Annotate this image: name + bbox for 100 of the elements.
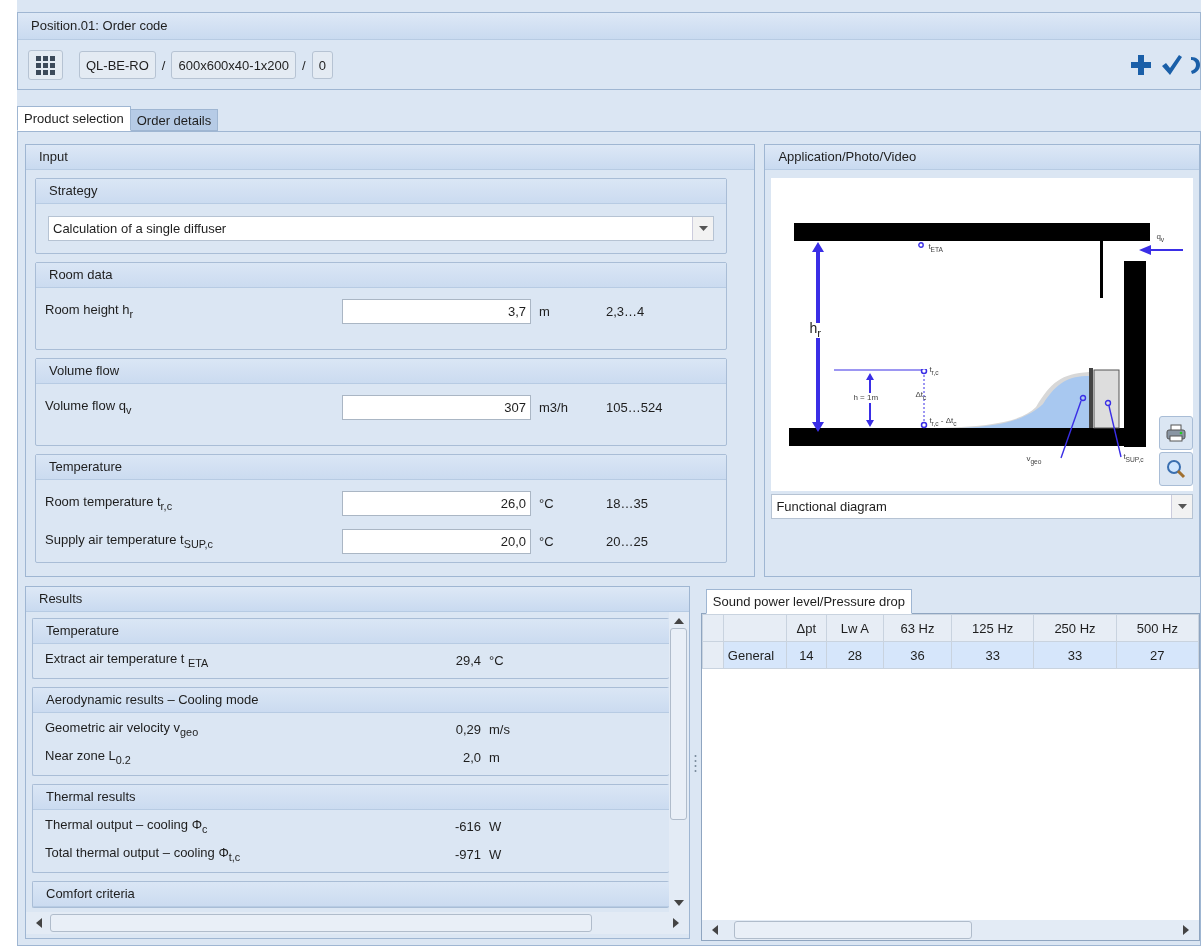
column-header: Δpt <box>786 614 827 642</box>
table-cell: 33 <box>1033 641 1117 669</box>
diagram-label: t$_{SUP,c}$ <box>1123 452 1144 465</box>
group-title: Thermal results <box>33 785 669 810</box>
group-title: Volume flow <box>36 359 727 384</box>
scroll-thumb[interactable] <box>733 921 972 939</box>
column-header <box>723 614 787 642</box>
input-field[interactable]: 20,0 <box>342 528 531 554</box>
tab[interactable]: Order details <box>129 109 219 131</box>
diagram-label: q$_{v}$ <box>1156 232 1165 245</box>
unit-label: °C <box>488 652 504 668</box>
unit-label: m <box>488 749 500 765</box>
unit-label: m <box>538 303 551 319</box>
horizontal-scrollbar[interactable] <box>701 920 1199 940</box>
diagram-label: t$_{ETA}$ <box>928 242 944 255</box>
point-icon <box>918 242 925 248</box>
range-label: 105…524 <box>606 399 663 415</box>
result-value: 29,4 <box>454 652 481 668</box>
diagram-label: t$_{r,c}$ - Δt$_{c}$ <box>929 416 957 429</box>
dropdown-arrow-icon <box>1177 504 1187 509</box>
vertical-scrollbar[interactable] <box>668 612 689 912</box>
scroll-down-icon <box>673 900 684 906</box>
column-header: 63 Hz <box>883 614 952 642</box>
height-arrow-icon <box>812 242 825 432</box>
diagram-label: h = 1m <box>853 393 879 403</box>
code-part-button[interactable]: 600x600x40-1x200 <box>171 51 297 79</box>
field-label: Room temperature t$_{r,c}$ <box>45 494 174 512</box>
table-cell: 33 <box>951 641 1034 669</box>
group-title: Aerodynamic results – Cooling mode <box>33 688 669 713</box>
range-label: 18…35 <box>606 495 648 511</box>
column-header: 500 Hz <box>1116 614 1199 642</box>
grid-menu-button[interactable] <box>28 50 63 80</box>
curve-icon <box>1190 54 1200 76</box>
strategy-dropdown[interactable]: Calculation of a single diffuser <box>48 216 715 241</box>
result-label: Total thermal output – cooling Φ$_{t,c}$ <box>45 845 242 863</box>
code-part-button[interactable]: QL-BE-RO <box>79 51 156 79</box>
group-title: Strategy <box>36 179 727 204</box>
splitter-grip-icon <box>693 753 697 774</box>
scroll-right-icon <box>1183 925 1189 935</box>
plus-icon <box>1130 54 1152 76</box>
result-value: 2,0 <box>461 749 481 765</box>
scroll-up-icon <box>673 618 684 624</box>
view-dropdown[interactable]: Functional diagram <box>771 494 1193 519</box>
grid-icon <box>36 55 55 75</box>
dropdown-arrow-icon <box>698 226 708 231</box>
input-field[interactable]: 307 <box>342 394 531 420</box>
field-label: Volume flow q$_{v}$ <box>45 398 133 416</box>
result-label: Geometric air velocity v$_{geo}$ <box>45 720 200 738</box>
checkmark-icon <box>1160 54 1182 76</box>
tab[interactable]: Sound power level/Pressure drop <box>705 589 913 614</box>
zoom-button[interactable] <box>1159 452 1193 486</box>
scroll-thumb[interactable] <box>50 914 592 932</box>
field-label: Room height h$_{r}$ <box>45 302 135 320</box>
leader-line <box>1104 399 1125 459</box>
scroll-right-icon <box>672 918 679 928</box>
input-field[interactable]: 3,7 <box>342 298 531 324</box>
diffuser-drawing <box>1089 368 1122 430</box>
unit-label: W <box>488 846 502 862</box>
table-cell: 36 <box>883 641 952 669</box>
diagram-label: Δt$_{c}$ <box>915 390 927 403</box>
unit-label: °C <box>538 495 555 511</box>
search-icon <box>1166 459 1186 479</box>
scroll-thumb[interactable] <box>670 628 688 820</box>
table-row[interactable]: General 14 28 36 33 33 27 <box>702 641 1199 669</box>
scroll-left-icon <box>711 925 718 935</box>
printer-icon <box>1166 424 1186 442</box>
result-value: -971 <box>453 846 481 862</box>
field-label: Supply air temperature t$_{SUP,c}$ <box>45 532 215 550</box>
unit-label: W <box>488 818 502 834</box>
arrow-icon <box>1139 245 1184 255</box>
column-header: Lw A <box>826 614 884 642</box>
result-value: 0,29 <box>454 721 481 737</box>
group-title: Temperature <box>36 455 727 480</box>
range-label: 20…25 <box>606 533 648 549</box>
diagram-label: v$_{geo}$ <box>1026 454 1042 467</box>
horizontal-scrollbar[interactable] <box>26 912 689 934</box>
diagram-label: h$_{r}$ <box>809 323 822 338</box>
unit-label: m3/h <box>538 399 569 415</box>
result-label: Extract air temperature t $_{ETA}$ <box>45 651 210 669</box>
print-button[interactable] <box>1159 416 1193 450</box>
unit-label: °C <box>538 533 555 549</box>
scroll-left-icon <box>36 918 42 928</box>
leader-line <box>1059 394 1088 460</box>
group-title: Temperature <box>33 619 669 644</box>
unit-label: m/s <box>488 721 510 737</box>
result-label: Near zone L$_{0.2}$ <box>45 748 132 766</box>
diagram-label: t$_{r,c}$ <box>929 365 939 378</box>
result-value: -616 <box>453 818 481 834</box>
row-header <box>702 614 724 642</box>
input-field[interactable]: 26,0 <box>342 490 531 516</box>
group-title: Comfort criteria <box>33 882 669 907</box>
row-header <box>702 641 724 669</box>
separator: / <box>301 57 307 73</box>
column-header: 250 Hz <box>1033 614 1117 642</box>
tab[interactable]: Product selection <box>17 106 131 131</box>
result-label: Thermal output – cooling Φ$_{c}$ <box>45 817 209 835</box>
code-part-button[interactable]: 0 <box>311 51 333 79</box>
column-header: 125 Hz <box>951 614 1034 642</box>
separator: / <box>160 57 167 73</box>
table-cell: 27 <box>1116 641 1199 669</box>
